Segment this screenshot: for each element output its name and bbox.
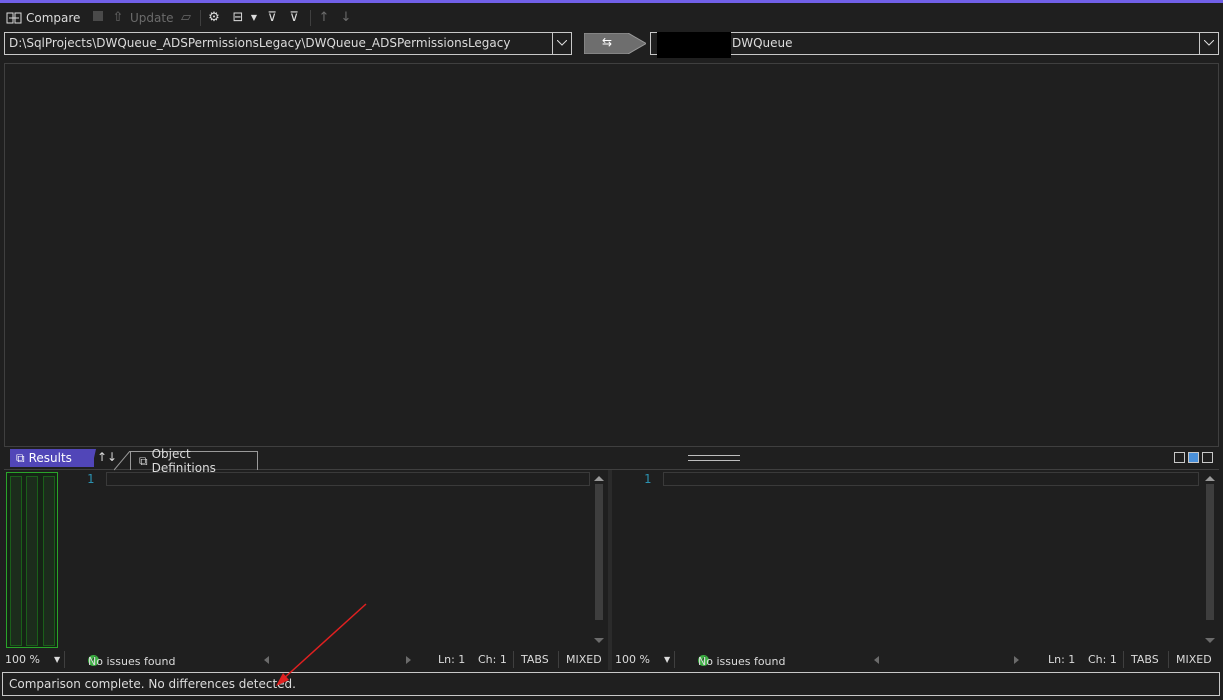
- results-grid[interactable]: [4, 63, 1219, 447]
- stop-icon: [90, 10, 106, 26]
- layout-side-by-side-button[interactable]: [1174, 452, 1185, 463]
- column-indicator: Ch: 1: [478, 653, 507, 666]
- right-editor-status-bar: 100 % ▼ ✓ No issues found Ln: 1 Ch: 1 TAB…: [612, 651, 1220, 668]
- line-endings-indicator[interactable]: MIXED: [566, 653, 602, 666]
- chevron-down-icon: [557, 40, 567, 46]
- script-icon: ▱: [181, 10, 191, 25]
- object-definitions-icon: ⧉: [139, 453, 148, 468]
- scroll-left-icon[interactable]: [874, 656, 879, 664]
- arrow-down-icon: ↓: [340, 10, 352, 25]
- target-script-editor[interactable]: [663, 472, 1199, 486]
- update-label: Update: [130, 11, 174, 25]
- update-icon: ⇧: [112, 10, 124, 25]
- column-indicator: Ch: 1: [1088, 653, 1117, 666]
- tab-object-definitions[interactable]: ⧉ Object Definitions: [130, 447, 258, 475]
- collapse-pane-button[interactable]: [1202, 452, 1213, 463]
- source-dropdown-button[interactable]: [552, 33, 571, 54]
- chevron-down-icon[interactable]: ▼: [664, 655, 670, 664]
- gear-icon: ⚙: [208, 10, 220, 25]
- compare-button[interactable]: Compare: [6, 9, 80, 27]
- tab-results-label: Results: [28, 451, 72, 465]
- swap-icon: ⇆: [602, 35, 613, 49]
- source-select[interactable]: D:\SqlProjects\DWQueue_ADSPermissionsLeg…: [4, 32, 572, 55]
- options-button[interactable]: ⚙: [206, 9, 222, 27]
- line-indicator: Ln: 1: [438, 653, 466, 666]
- chevron-down-icon: ▼: [250, 13, 258, 22]
- filter-button[interactable]: ⊽: [264, 9, 280, 27]
- tab-object-definitions-label: Object Definitions: [151, 447, 216, 475]
- update-button[interactable]: ⇧ Update: [110, 9, 174, 27]
- arrow-up-icon: ↑: [318, 10, 330, 25]
- issues-text: No issues found: [698, 655, 786, 668]
- zoom-level[interactable]: 100 %: [5, 653, 40, 666]
- previous-change-button[interactable]: ↑: [316, 9, 332, 27]
- annotation-arrow: [276, 603, 367, 686]
- filter-clear-icon: ⊽: [289, 10, 299, 25]
- right-editor-scrollbar[interactable]: [1203, 472, 1217, 648]
- zoom-level[interactable]: 100 %: [615, 653, 650, 666]
- scroll-right-icon[interactable]: [1014, 656, 1019, 664]
- pane-splitter-handle[interactable]: [688, 455, 740, 461]
- next-change-button[interactable]: ↓: [338, 9, 354, 27]
- group-icon: ⊟: [232, 10, 244, 25]
- line-endings-indicator[interactable]: MIXED: [1176, 653, 1212, 666]
- chevron-down-icon[interactable]: ▼: [54, 655, 60, 664]
- diff-overview-margin[interactable]: [6, 472, 58, 648]
- clear-filter-button[interactable]: ⊽: [286, 9, 302, 27]
- tab-results[interactable]: ⧉ Results: [10, 449, 94, 467]
- left-editor-scrollbar[interactable]: [592, 472, 606, 648]
- editor-divider[interactable]: [608, 470, 612, 670]
- redacted-region: [657, 32, 731, 58]
- line-indicator: Ln: 1: [1048, 653, 1076, 666]
- tabs-indicator[interactable]: TABS: [521, 653, 549, 666]
- swap-source-target-button[interactable]: ⇆: [583, 32, 647, 55]
- layout-stacked-button[interactable]: [1188, 452, 1199, 463]
- group-results-button[interactable]: ⊟ ▼: [230, 9, 258, 27]
- scroll-right-icon[interactable]: [406, 656, 411, 664]
- source-path: D:\SqlProjects\DWQueue_ADSPermissionsLeg…: [9, 36, 511, 50]
- line-number: 1: [644, 472, 652, 486]
- generate-script-button[interactable]: ▱: [178, 9, 194, 27]
- tabs-indicator[interactable]: TABS: [1131, 653, 1159, 666]
- compare-label: Compare: [26, 11, 81, 25]
- target-value: DWQueue: [732, 36, 793, 50]
- toolbar: Compare ⇧ Update ▱ ⚙ ⊟ ▼ ⊽ ⊽ ↑ ↓: [0, 3, 1223, 31]
- compare-icon: [6, 10, 22, 26]
- status-message: Comparison complete. No differences dete…: [9, 677, 296, 691]
- source-script-editor[interactable]: [106, 472, 590, 486]
- filter-icon: ⊽: [267, 10, 277, 25]
- chevron-down-icon: [1204, 40, 1214, 46]
- scroll-left-icon[interactable]: [264, 656, 269, 664]
- line-number: 1: [87, 472, 95, 486]
- target-select[interactable]: DWQueue: [650, 32, 1219, 55]
- stop-button[interactable]: [90, 9, 106, 27]
- results-icon: ⧉: [16, 450, 25, 465]
- target-dropdown-button[interactable]: [1199, 33, 1218, 54]
- comparison-status-bar: Comparison complete. No differences dete…: [2, 672, 1220, 696]
- issues-text: No issues found: [88, 655, 176, 668]
